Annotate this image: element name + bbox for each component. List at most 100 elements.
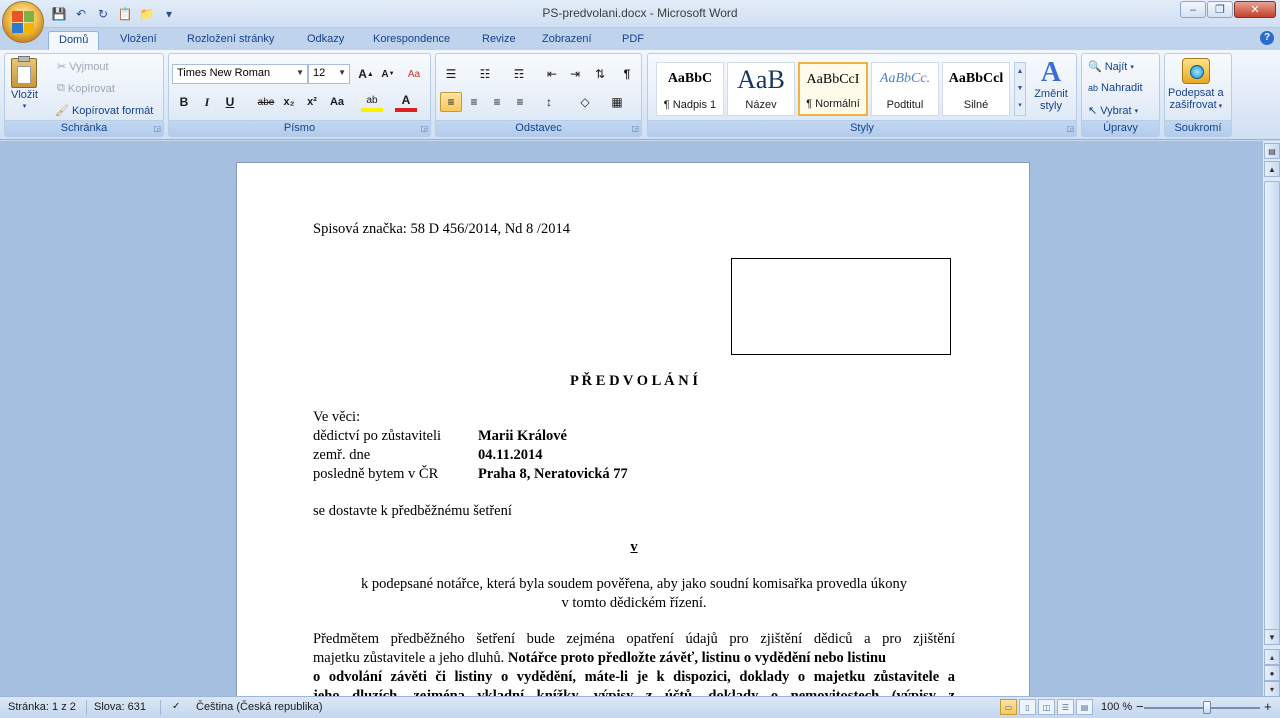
shading-button[interactable]: ◇ — [574, 92, 596, 112]
tab-pdf[interactable]: PDF — [612, 31, 654, 50]
outline-view-icon[interactable]: ☰ — [1057, 699, 1074, 715]
print-layout-view-icon[interactable]: ▭ — [1000, 699, 1017, 715]
line-spacing-button[interactable]: ↕ — [538, 92, 560, 112]
increase-indent-button[interactable]: ⇥ — [564, 64, 586, 84]
scroll-down-icon[interactable]: ▼ — [1264, 629, 1280, 645]
paste-dropdown-icon: ▾ — [22, 103, 27, 110]
next-page-icon[interactable]: ▾ — [1264, 681, 1280, 697]
maximize-button[interactable]: ❐ — [1207, 1, 1233, 18]
zoom-out-icon[interactable]: − — [1136, 699, 1144, 714]
office-button[interactable] — [2, 1, 44, 43]
copy-button[interactable]: ⧉ Kopírovat — [57, 82, 115, 95]
tab-insert[interactable]: Vložení — [110, 31, 167, 50]
select-button[interactable]: ↖ Vybrat ▾ — [1088, 104, 1138, 118]
previous-page-icon[interactable]: ▴ — [1264, 649, 1280, 665]
superscript-button[interactable]: x² — [301, 92, 323, 112]
minimize-button[interactable]: – — [1180, 1, 1206, 18]
scroll-thumb[interactable] — [1264, 181, 1280, 631]
scroll-up-icon[interactable]: ▲ — [1264, 161, 1280, 177]
document-area[interactable]: Spisová značka: 58 D 456/2014, Nd 8 /201… — [0, 141, 1262, 696]
copy-icon: ⧉ — [57, 82, 65, 94]
find-button[interactable]: 🔍 Najít ▾ — [1088, 60, 1134, 74]
style-name: Podtitul — [886, 99, 924, 111]
dialog-launcher-icon[interactable]: ◲ — [631, 124, 639, 133]
font-color-button[interactable]: A — [395, 92, 417, 112]
tab-mailings[interactable]: Korespondence — [363, 31, 460, 50]
format-painter-button[interactable]: 🖌 Kopírovat formát — [55, 104, 153, 118]
body-line-2a: majetku zůstavitele a jeho dluhů. — [313, 650, 505, 666]
strikethrough-button[interactable]: abe — [255, 92, 277, 112]
group-clipboard: Vložit ▾ ✂ Vyjmout ⧉ Kopírovat 🖌 Kopírov… — [4, 53, 164, 137]
grow-font-label: A — [358, 67, 367, 81]
change-case-button[interactable]: Aa — [326, 92, 348, 112]
sign-encrypt-button[interactable]: Podepsat a zašifrovat ▾ — [1168, 58, 1224, 111]
zoom-slider[interactable] — [1144, 707, 1260, 709]
tab-home[interactable]: Domů — [48, 31, 100, 50]
change-styles-button[interactable]: A Změnit styly — [1031, 58, 1071, 113]
bold-button[interactable]: B — [173, 92, 195, 112]
grow-font-button[interactable]: A ▲ — [355, 64, 377, 84]
font-name-combo[interactable]: Times New Roman ▼ — [172, 64, 308, 84]
style-heading-1[interactable]: AaBbC ¶ Nadpis 1 — [656, 62, 724, 116]
help-icon[interactable]: ? — [1260, 31, 1274, 45]
zoom-in-icon[interactable]: + — [1264, 699, 1272, 714]
tab-view[interactable]: Zobrazení — [532, 31, 602, 50]
italic-button[interactable]: I — [196, 92, 218, 112]
highlight-button[interactable]: ab — [361, 92, 383, 112]
style-title[interactable]: AaB Název — [727, 62, 795, 116]
tab-review[interactable]: Revize — [472, 31, 526, 50]
document-page[interactable]: Spisová značka: 58 D 456/2014, Nd 8 /201… — [236, 162, 1030, 696]
bullets-button[interactable]: ☰ — [440, 64, 462, 84]
dialog-launcher-icon[interactable]: ◲ — [153, 124, 161, 133]
page-count[interactable]: Stránka: 1 z 2 — [8, 701, 76, 713]
font-size-value: 12 — [313, 67, 326, 79]
decrease-indent-button[interactable]: ⇤ — [541, 64, 563, 84]
select-browse-object-icon[interactable]: ● — [1264, 665, 1280, 681]
numbering-button[interactable]: ☷ — [474, 64, 496, 84]
row-label: zemř. dne — [313, 447, 371, 463]
word-count[interactable]: Slova: 631 — [94, 701, 146, 713]
tab-page-layout[interactable]: Rozložení stránky — [177, 31, 284, 50]
dialog-launcher-icon[interactable]: ◲ — [1066, 124, 1074, 133]
align-left-button[interactable]: ≡ — [440, 92, 462, 112]
office-logo-icon — [12, 11, 34, 33]
draft-view-icon[interactable]: ▤ — [1076, 699, 1093, 715]
show-formatting-marks-button[interactable]: ¶ — [616, 64, 638, 84]
shrink-font-button[interactable]: A ▼ — [377, 64, 399, 84]
style-strong[interactable]: AaBbCcl Silné — [942, 62, 1010, 116]
underline-button[interactable]: U — [219, 92, 241, 112]
dialog-launcher-icon[interactable]: ◲ — [420, 124, 428, 133]
tab-references[interactable]: Odkazy — [297, 31, 354, 50]
justify-button[interactable]: ≡ — [509, 92, 531, 112]
font-size-combo[interactable]: 12 ▼ — [308, 64, 350, 84]
select-label: Vybrat — [1100, 104, 1132, 117]
summon-text: se dostavte k předběžnému šetření — [313, 503, 512, 519]
sort-button[interactable]: ⇅ — [589, 64, 611, 84]
multilevel-list-button[interactable]: ☶ — [508, 64, 530, 84]
align-center-button[interactable]: ≡ — [463, 92, 485, 112]
language[interactable]: Čeština (Česká republika) — [196, 701, 323, 713]
binoculars-icon: 🔍 — [1088, 61, 1102, 73]
cut-button[interactable]: ✂ Vyjmout — [57, 60, 109, 74]
sign-encrypt-icon — [1181, 58, 1210, 84]
full-screen-reading-view-icon[interactable]: ▯ — [1019, 699, 1036, 715]
borders-button[interactable]: ▦ — [606, 92, 628, 112]
zoom-level[interactable]: 100 % — [1101, 701, 1132, 713]
replace-button[interactable]: ab Nahradit — [1088, 82, 1143, 94]
paste-button[interactable]: Vložit ▾ — [11, 56, 38, 110]
row-label: dědictví po zůstaviteli — [313, 428, 442, 444]
web-layout-view-icon[interactable]: ◫ — [1038, 699, 1055, 715]
spellcheck-icon[interactable]: ✓ — [172, 701, 180, 712]
clear-formatting-button[interactable]: Aa — [403, 64, 425, 84]
group-styles: AaBbC ¶ Nadpis 1 AaB Název AaBbCcI ¶ Nor… — [647, 53, 1077, 137]
style-normal[interactable]: AaBbCcI ¶ Normální — [798, 62, 868, 116]
ruler-toggle-icon[interactable]: ▤ — [1264, 143, 1280, 159]
styles-gallery-scroll[interactable]: ▲ ▼ ▾ — [1014, 62, 1026, 116]
subscript-button[interactable]: x₂ — [278, 92, 300, 112]
vertical-scrollbar[interactable]: ▤ ▲ ▼ ▴ ● ▾ — [1262, 141, 1280, 697]
zoom-slider-thumb[interactable] — [1203, 701, 1211, 714]
sign-encrypt-label-1: Podepsat a — [1168, 87, 1224, 99]
align-right-button[interactable]: ≡ — [486, 92, 508, 112]
close-button[interactable]: ✕ — [1234, 1, 1276, 18]
style-subtitle[interactable]: AaBbCc. Podtitul — [871, 62, 939, 116]
